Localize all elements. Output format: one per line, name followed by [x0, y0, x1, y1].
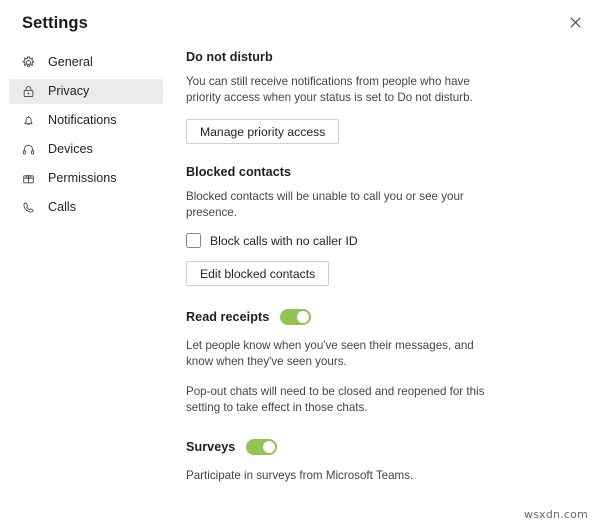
headset-icon [20, 141, 37, 158]
do-not-disturb-description: You can still receive notifications from… [186, 75, 473, 104]
toggle-knob [262, 441, 275, 453]
blocked-contacts-heading: Blocked contacts [186, 165, 292, 179]
surveys-toggle[interactable] [246, 439, 278, 455]
gear-icon [20, 54, 37, 71]
sidebar-item-label: Privacy [48, 84, 90, 99]
sidebar-item-notifications[interactable]: Notifications [9, 108, 163, 133]
sidebar-item-label: Notifications [48, 113, 117, 128]
surveys-description: Participate in surveys from Microsoft Te… [186, 469, 414, 482]
phone-icon [20, 199, 37, 216]
watermark: wsxdn.com [524, 508, 588, 521]
settings-content: Do not disturb You can still receive not… [186, 50, 546, 484]
sidebar-item-label: General [48, 55, 93, 70]
close-icon [569, 15, 581, 33]
bell-icon [20, 112, 37, 129]
window-header: Settings [0, 0, 600, 48]
permissions-icon [20, 170, 37, 187]
read-receipts-heading: Read receipts [186, 310, 270, 324]
blocked-contacts-description: Blocked contacts will be unable to call … [186, 190, 464, 219]
read-receipts-heading-row: Read receipts [186, 309, 546, 325]
sidebar-item-label: Permissions [48, 171, 117, 186]
do-not-disturb-heading: Do not disturb [186, 50, 273, 64]
close-button[interactable] [562, 11, 588, 37]
lock-icon [20, 83, 37, 100]
sidebar-item-permissions[interactable]: Permissions [9, 166, 163, 191]
section-surveys: Surveys Participate in surveys from Micr… [186, 439, 546, 484]
surveys-heading-row: Surveys [186, 439, 546, 455]
sidebar-item-label: Calls [48, 200, 76, 215]
sidebar-item-label: Devices [48, 142, 93, 157]
manage-priority-access-button[interactable]: Manage priority access [186, 119, 340, 144]
edit-blocked-contacts-button[interactable]: Edit blocked contacts [186, 261, 330, 286]
surveys-heading: Surveys [186, 440, 236, 454]
block-no-caller-id-label: Block calls with no caller ID [210, 233, 358, 248]
section-read-receipts: Read receipts Let people know when you'v… [186, 309, 546, 416]
sidebar-item-general[interactable]: General [9, 50, 163, 75]
toggle-knob [296, 311, 309, 323]
section-do-not-disturb: Do not disturb You can still receive not… [186, 50, 546, 144]
section-blocked-contacts: Blocked contacts Blocked contacts will b… [186, 165, 546, 286]
block-no-caller-id-row[interactable]: Block calls with no caller ID [186, 233, 546, 248]
block-no-caller-id-checkbox[interactable] [186, 233, 201, 248]
read-receipts-toggle[interactable] [280, 309, 312, 325]
sidebar-item-calls[interactable]: Calls [9, 195, 163, 220]
sidebar-item-privacy[interactable]: Privacy [9, 79, 163, 104]
sidebar-item-devices[interactable]: Devices [9, 137, 163, 162]
page-title: Settings [22, 14, 88, 32]
settings-window: Settings General Privacy Notifications D… [0, 0, 600, 528]
read-receipts-description-1: Let people know when you've seen their m… [186, 339, 474, 368]
sidebar: General Privacy Notifications Devices Pe… [0, 50, 175, 224]
read-receipts-description-2: Pop-out chats will need to be closed and… [186, 385, 485, 414]
